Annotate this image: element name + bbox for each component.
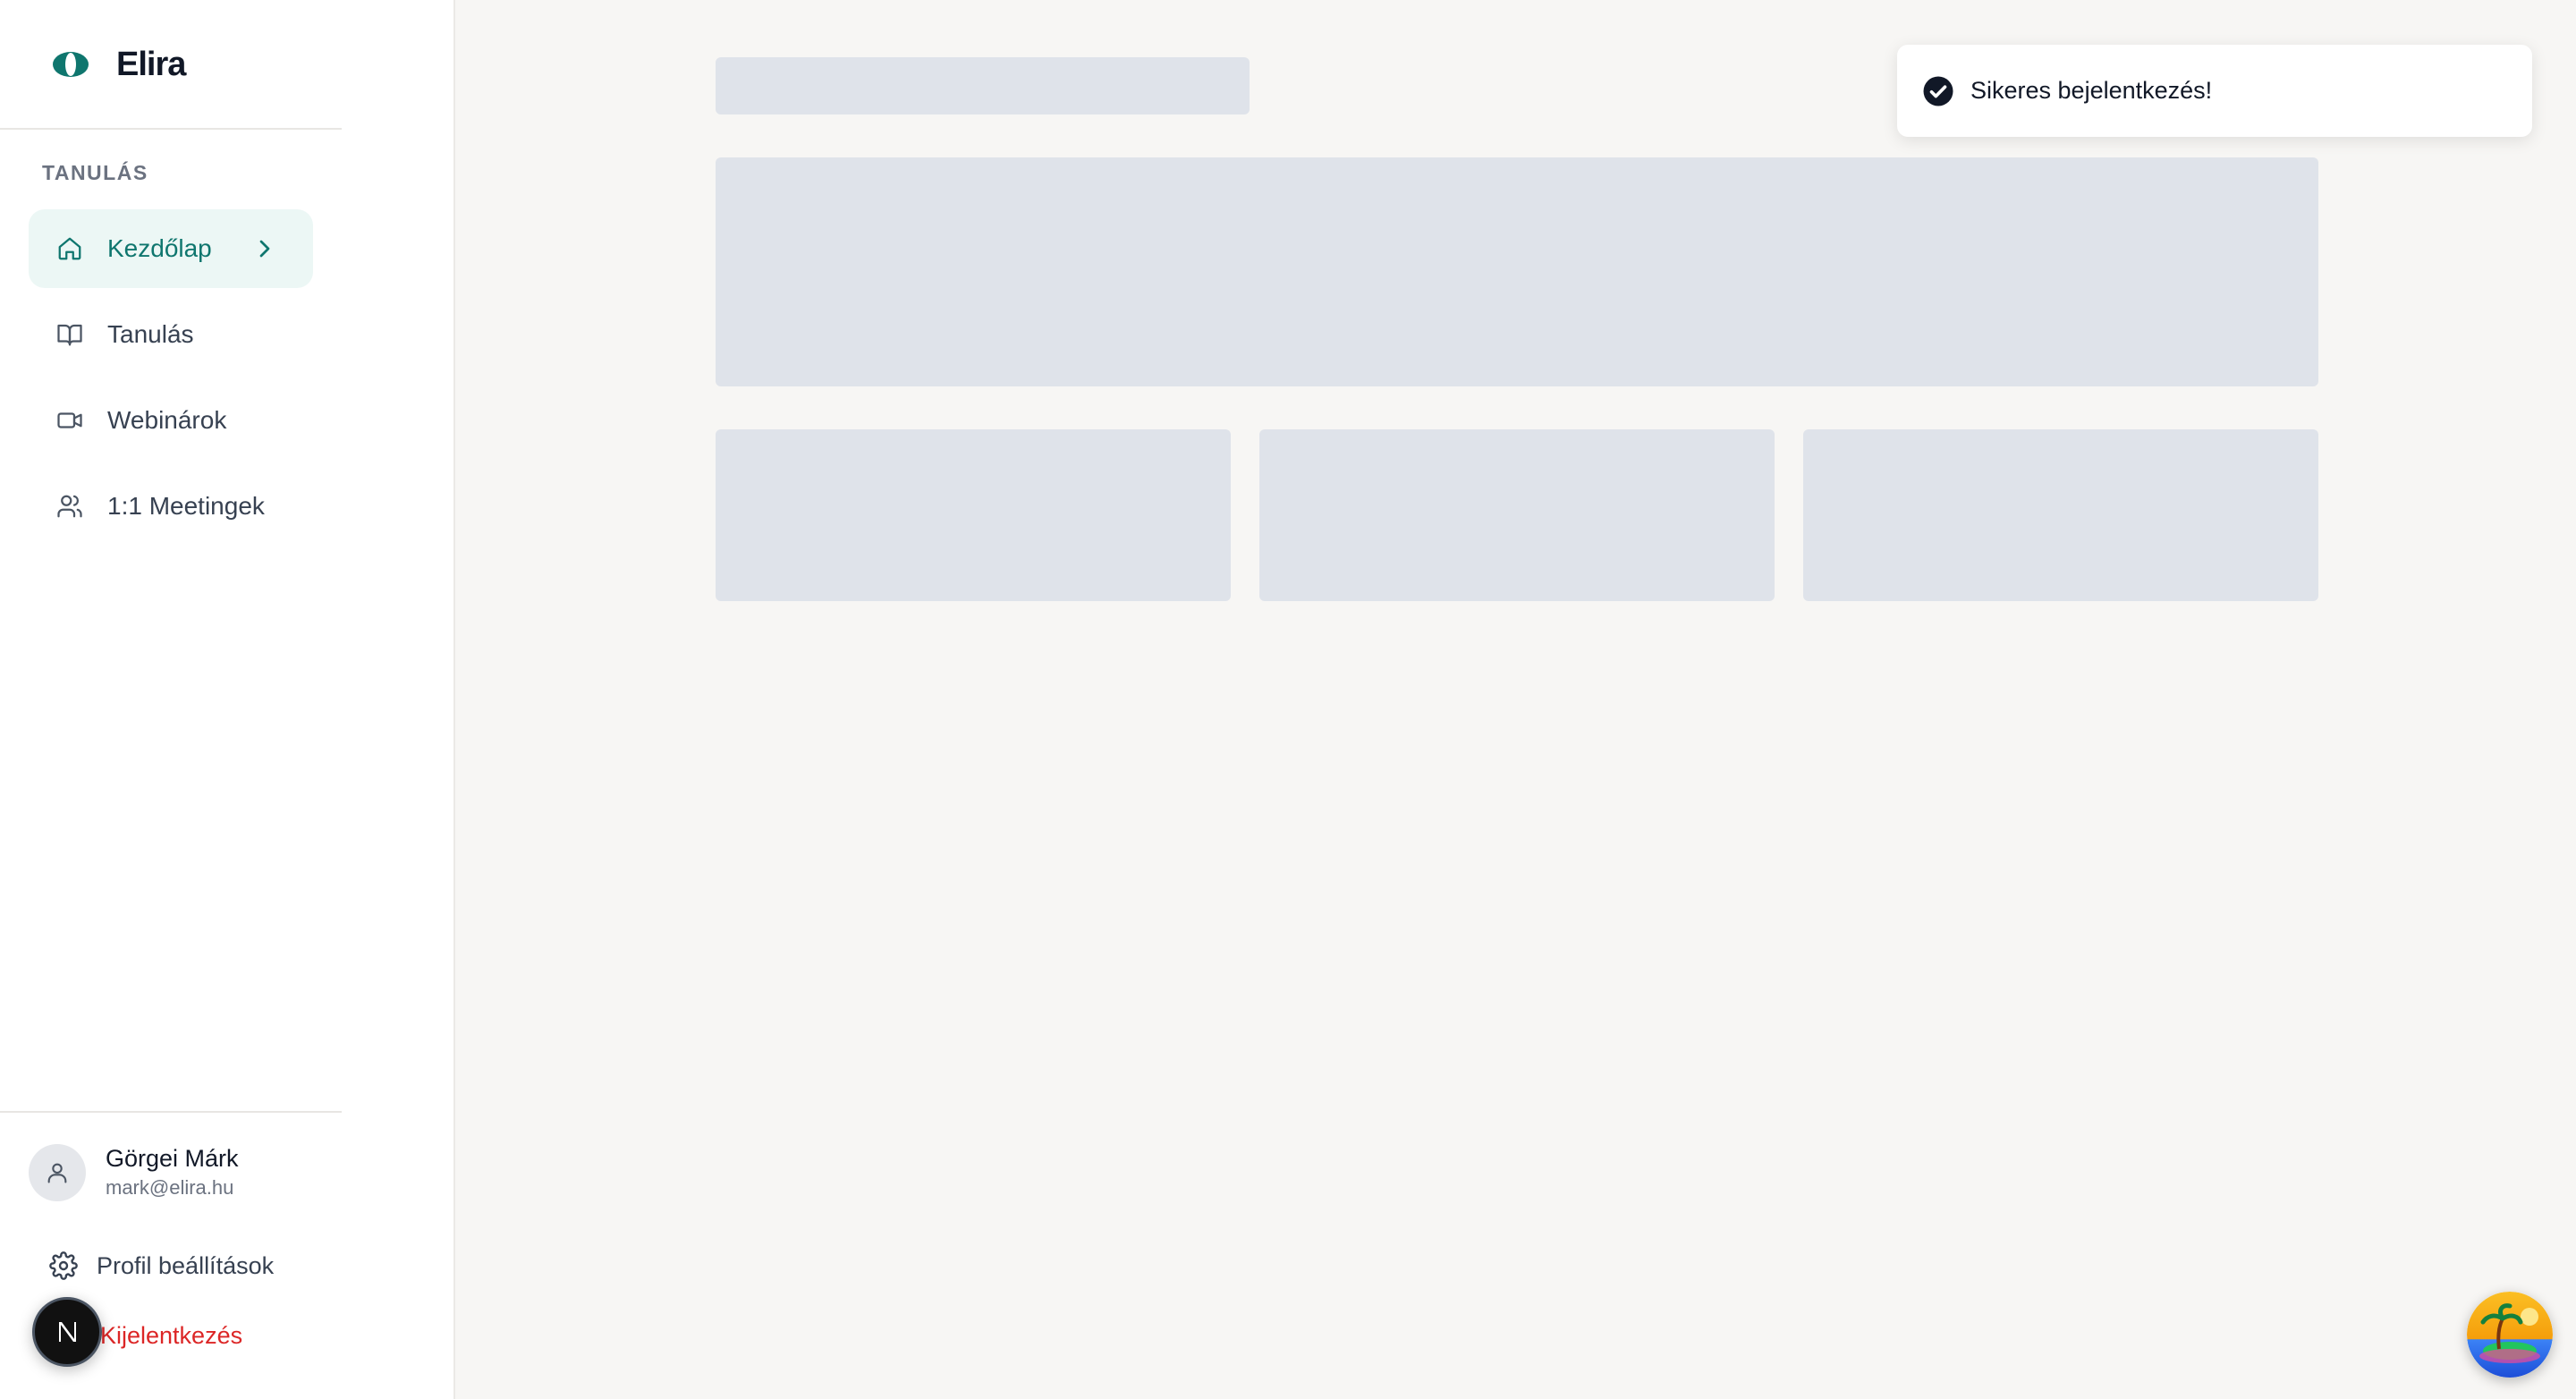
sidebar-item-webinarok[interactable]: Webinárok	[29, 381, 313, 460]
skeleton-card	[716, 429, 1231, 601]
sidebar: Elira TANULÁS Kezdőlap Tanulás Webinárok…	[0, 0, 455, 1399]
user-profile[interactable]: Görgei Márk mark@elira.hu	[29, 1143, 239, 1202]
skeleton-title	[716, 57, 1250, 114]
sidebar-item-label: Webinárok	[107, 406, 227, 434]
sidebar-item-label: Kezdőlap	[107, 234, 212, 262]
sidebar-item-label: Tanulás	[107, 320, 194, 348]
video-icon	[55, 406, 84, 435]
avatar	[29, 1144, 86, 1201]
floating-avatar-button[interactable]	[2467, 1292, 2553, 1378]
sidebar-divider	[0, 128, 342, 130]
user-icon	[47, 1163, 67, 1183]
book-icon	[55, 320, 84, 349]
skeleton-card	[1259, 429, 1775, 601]
user-name: Görgei Márk	[106, 1145, 239, 1172]
brand[interactable]: Elira	[52, 41, 186, 88]
check-circle-icon	[1923, 76, 1953, 106]
nextjs-devtools-button[interactable]	[32, 1297, 102, 1367]
users-icon	[55, 492, 84, 521]
skeleton-hero-card	[716, 157, 2318, 386]
success-toast: Sikeres bejelentkezés!	[1897, 45, 2532, 137]
logout-label: Kijelentkezés	[100, 1322, 243, 1349]
island-avatar-icon	[2467, 1292, 2553, 1378]
elira-logo-icon	[53, 52, 89, 77]
section-label: TANULÁS	[42, 161, 148, 184]
sidebar-item-meetingek[interactable]: 1:1 Meetingek	[29, 467, 313, 546]
toast-message: Sikeres bejelentkezés!	[1970, 77, 2213, 104]
chevron-right-icon	[259, 240, 270, 258]
skeleton-card	[1803, 429, 2318, 601]
gear-icon	[48, 1251, 79, 1281]
sidebar-divider	[0, 1111, 342, 1113]
profile-settings-link[interactable]: Profil beállítások	[48, 1251, 274, 1281]
sidebar-item-tanulas[interactable]: Tanulás	[29, 295, 313, 374]
sidebar-item-kezdolap[interactable]: Kezdőlap	[29, 209, 313, 288]
nextjs-logo-icon	[59, 1322, 76, 1342]
user-email: mark@elira.hu	[106, 1176, 234, 1199]
home-icon	[55, 234, 84, 263]
logout-button[interactable]: Kijelentkezés	[100, 1322, 242, 1350]
sidebar-item-label: 1:1 Meetingek	[107, 492, 265, 520]
profile-settings-label: Profil beállítások	[97, 1251, 275, 1279]
app-name: Elira	[116, 45, 186, 83]
